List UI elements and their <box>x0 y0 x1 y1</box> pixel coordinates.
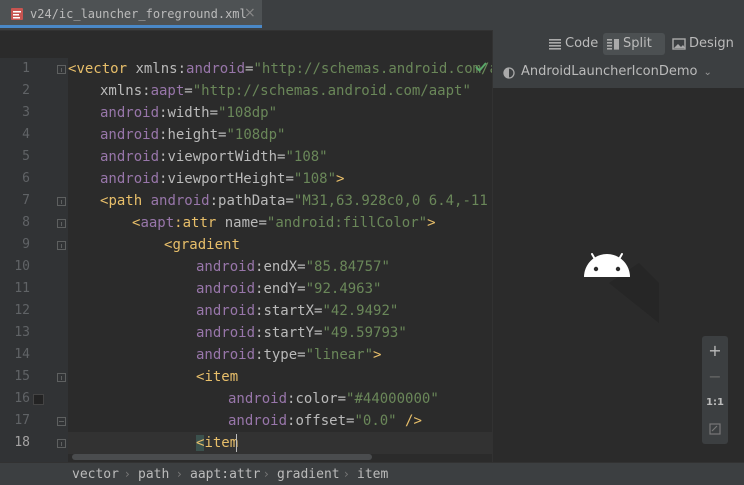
file-tab[interactable]: v24/ic_launcher_foreground.xml × <box>0 0 262 28</box>
xml-file-icon <box>11 8 23 20</box>
breadcrumb-separator-icon: › <box>264 467 269 481</box>
theme-circle-icon <box>503 67 515 79</box>
breadcrumb-item[interactable]: aapt:attr <box>190 467 260 482</box>
current-line-highlight <box>68 432 492 454</box>
horizontal-scrollbar-track <box>68 454 492 462</box>
line-number-current: 18 <box>14 435 30 450</box>
fold-marker-icon[interactable] <box>57 439 66 448</box>
zoom-controls: + − 1:1 <box>702 336 728 444</box>
breadcrumb-separator-icon: › <box>344 467 349 481</box>
no-problems-check-icon[interactable] <box>474 60 488 74</box>
breadcrumb-separator-icon: › <box>125 467 130 481</box>
code-line: android:endX="85.84757" <box>196 259 390 275</box>
horizontal-scrollbar[interactable] <box>72 454 372 460</box>
breadcrumb-separator-icon: › <box>177 467 182 481</box>
zoom-in-button[interactable]: + <box>702 338 728 364</box>
view-mode-toolbar: Code Split Design <box>493 30 744 58</box>
code-line: android:endY="92.4963" <box>196 281 382 297</box>
fold-marker-icon[interactable] <box>57 219 66 228</box>
code-line: xmlns:aapt="http://schemas.android.com/a… <box>100 83 471 99</box>
code-line-current: <item <box>196 435 239 451</box>
code-line: <vector xmlns:android="http://schemas.an… <box>68 61 492 77</box>
close-tab-icon[interactable]: × <box>244 5 256 21</box>
code-line: <path android:pathData="M31,63.928c0,0 6… <box>100 193 492 209</box>
fold-marker-icon[interactable] <box>57 65 66 74</box>
code-line: android:width="108dp" <box>100 105 278 121</box>
breadcrumb-item[interactable]: item <box>357 467 388 482</box>
android-head-icon <box>584 253 659 323</box>
code-line: android:viewportWidth="108" <box>100 149 328 165</box>
fold-marker-icon[interactable] <box>57 373 66 382</box>
line-number: 17 <box>14 413 30 428</box>
color-swatch-icon <box>33 394 44 405</box>
code-line: android:viewportHeight="108"> <box>100 171 345 187</box>
code-editor[interactable]: <vector xmlns:android="http://schemas.an… <box>68 58 492 462</box>
preview-device-label: AndroidLauncherIconDemo <box>521 64 698 79</box>
fold-marker-icon[interactable] <box>57 241 66 250</box>
fold-end-marker-icon[interactable] <box>57 417 66 426</box>
breadcrumb-item[interactable]: path <box>138 467 169 482</box>
preview-device-dropdown[interactable]: AndroidLauncherIconDemo ⌄ <box>503 64 712 79</box>
tab-filename: v24/ic_launcher_foreground.xml <box>30 7 247 21</box>
line-number: 2 <box>22 83 30 98</box>
split-view-button[interactable]: Split <box>603 33 665 55</box>
chevron-down-icon: ⌄ <box>703 67 712 78</box>
image-icon <box>672 38 686 50</box>
line-number: 13 <box>14 325 30 340</box>
line-number: 16 <box>14 391 30 406</box>
code-line: android:type="linear"> <box>196 347 382 363</box>
line-number: 12 <box>14 303 30 318</box>
line-number: 7 <box>22 193 30 208</box>
text-caret <box>236 434 237 452</box>
actual-size-button[interactable]: 1:1 <box>702 390 728 416</box>
code-line: android:startY="49.59793" <box>196 325 407 341</box>
line-number: 1 <box>22 61 30 76</box>
breadcrumb-item[interactable]: gradient <box>277 467 340 482</box>
line-number: 10 <box>14 259 30 274</box>
code-line: <gradient <box>164 237 240 253</box>
editor-tab-bar: v24/ic_launcher_foreground.xml × <box>0 0 744 31</box>
line-number: 15 <box>14 369 30 384</box>
code-line: android:height="108dp" <box>100 127 286 143</box>
fit-screen-button[interactable] <box>702 416 728 442</box>
code-line: android:color="#44000000" <box>228 391 439 407</box>
code-line: <aapt:attr name="android:fillColor"> <box>132 215 436 231</box>
fit-screen-icon <box>709 423 721 435</box>
breadcrumb: vector › path › aapt:attr › gradient › i… <box>0 462 744 485</box>
line-number: 14 <box>14 347 30 362</box>
line-number: 5 <box>22 149 30 164</box>
fold-marker-icon[interactable] <box>57 197 66 206</box>
zoom-out-button[interactable]: − <box>702 364 728 390</box>
code-view-label: Code <box>565 36 599 51</box>
line-number: 9 <box>22 237 30 252</box>
design-view-button[interactable]: Design <box>669 33 739 55</box>
line-number: 8 <box>22 215 30 230</box>
code-line: <item <box>196 369 239 385</box>
line-number: 11 <box>14 281 30 296</box>
split-view-icon <box>607 39 619 50</box>
code-line: android:startX="42.9492" <box>196 303 399 319</box>
split-view-label: Split <box>623 36 652 51</box>
line-number: 6 <box>22 171 30 186</box>
line-number: 3 <box>22 105 30 120</box>
line-number: 4 <box>22 127 30 142</box>
code-view-button[interactable]: Code <box>545 33 599 55</box>
preview-header: AndroidLauncherIconDemo ⌄ <box>493 58 744 88</box>
code-line: android:offset="0.0" /> <box>228 413 422 429</box>
code-lines-icon <box>549 39 561 50</box>
design-view-label: Design <box>689 36 734 51</box>
breadcrumb-item[interactable]: vector <box>72 467 119 482</box>
